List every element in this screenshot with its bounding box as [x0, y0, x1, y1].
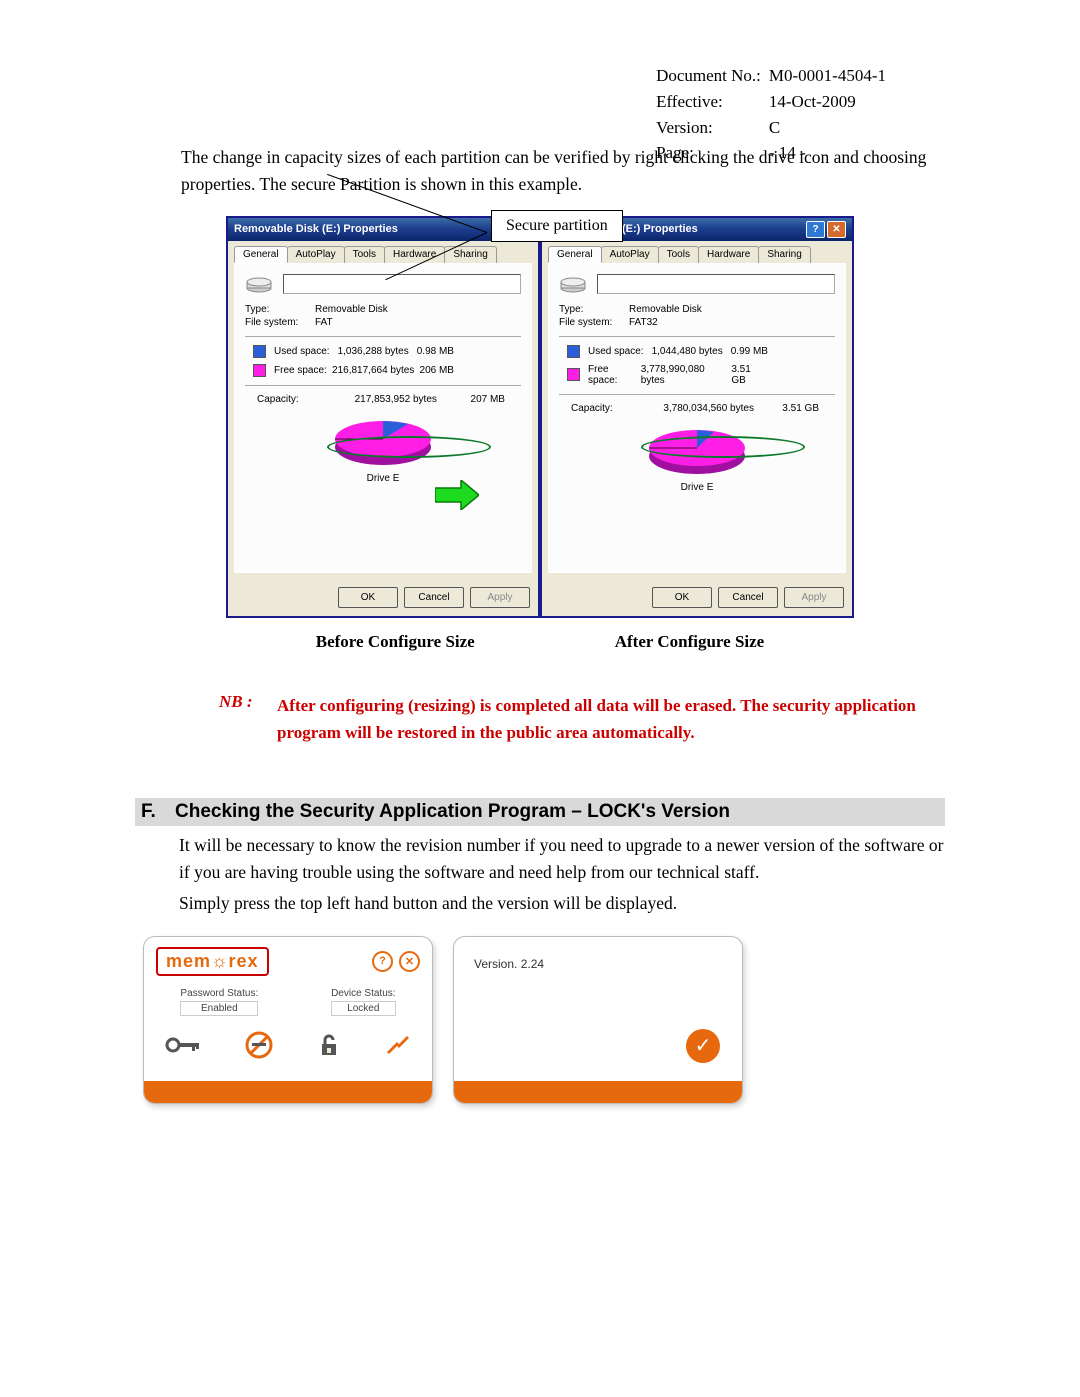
drive-label: Drive E [245, 473, 521, 484]
tab-strip: General AutoPlay Tools Hardware Sharing [228, 241, 538, 263]
section-paragraph-2: Simply press the top left hand button an… [179, 890, 945, 917]
ok-button[interactable]: OK [338, 587, 398, 608]
tab-tools[interactable]: Tools [344, 246, 385, 263]
used-human: 0.98 MB [417, 346, 454, 357]
pie-chart [328, 411, 438, 471]
nb-text: After configuring (resizing) is complete… [277, 692, 945, 746]
tab-general[interactable]: General [548, 246, 602, 263]
tools-icon[interactable] [385, 1032, 411, 1058]
filesystem-value: FAT [315, 317, 333, 328]
tab-autoplay[interactable]: AutoPlay [287, 246, 345, 263]
free-bytes: 3,778,990,080 bytes [641, 364, 732, 386]
device-status-label: Device Status: [331, 988, 395, 999]
free-human: 206 MB [420, 365, 454, 376]
free-bytes: 216,817,664 bytes [332, 365, 414, 376]
disk-icon [245, 274, 273, 294]
memorex-logo[interactable]: mem☼rex [156, 947, 269, 976]
help-icon[interactable]: ? [372, 951, 393, 972]
cancel-button[interactable]: Cancel [718, 587, 778, 608]
ok-check-icon[interactable]: ✓ [686, 1029, 720, 1063]
section-heading: F. Checking the Security Application Pro… [135, 798, 945, 826]
used-bytes: 1,036,288 bytes [338, 346, 409, 357]
cancel-button[interactable]: Cancel [404, 587, 464, 608]
caption-after: After Configure Size [615, 632, 765, 652]
volume-name-input[interactable] [283, 274, 521, 294]
tab-hardware[interactable]: Hardware [698, 246, 759, 263]
close-icon[interactable]: ✕ [399, 951, 420, 972]
free-human: 3.51 GB [731, 364, 768, 386]
volume-name-input[interactable] [597, 274, 835, 294]
tab-general[interactable]: General [234, 246, 288, 263]
properties-windows-row: Secure partition Removable Disk (E:) Pro… [135, 216, 945, 618]
used-bytes: 1,044,480 bytes [652, 346, 723, 357]
lock-app-card-version: Version. 2.24 ✓ [453, 936, 743, 1104]
password-status-label: Password Status: [180, 988, 258, 999]
no-key-icon[interactable] [244, 1030, 274, 1060]
tab-autoplay[interactable]: AutoPlay [601, 246, 659, 263]
green-arrow-icon [435, 480, 479, 510]
key-icon[interactable] [165, 1034, 201, 1056]
caption-before: Before Configure Size [316, 632, 475, 652]
unlock-icon[interactable] [316, 1032, 342, 1058]
filesystem-value: FAT32 [629, 317, 658, 328]
type-value: Removable Disk [629, 304, 702, 315]
device-status-value: Locked [331, 1001, 395, 1016]
lock-app-card-main: mem☼rex ? ✕ Password Status: Enabled Devi… [143, 936, 433, 1104]
ok-button[interactable]: OK [652, 587, 712, 608]
apply-button: Apply [784, 587, 844, 608]
properties-window-before: Removable Disk (E:) Properties General A… [226, 216, 540, 618]
nb-label: NB : [219, 692, 277, 746]
help-icon[interactable]: ? [806, 221, 825, 238]
disk-icon [559, 274, 587, 294]
capacity-human: 207 MB [471, 394, 505, 405]
tab-tools[interactable]: Tools [658, 246, 699, 263]
pie-chart [642, 420, 752, 480]
capacity-bytes: 3,780,034,560 bytes [663, 403, 754, 414]
section-paragraph-1: It will be necessary to know the revisio… [179, 832, 945, 886]
drive-label: Drive E [559, 482, 835, 493]
version-text: Version. 2.24 [454, 937, 742, 991]
apply-button: Apply [470, 587, 530, 608]
tab-sharing[interactable]: Sharing [758, 246, 810, 263]
capacity-human: 3.51 GB [782, 403, 819, 414]
properties-window-after: movable Disk (E:) Properties ? ✕ General… [540, 216, 854, 618]
callout-label: Secure partition [491, 210, 623, 242]
type-value: Removable Disk [315, 304, 388, 315]
doc-header: Document No.:M0-0001-4504-1 Effective:14… [654, 62, 894, 167]
used-human: 0.99 MB [731, 346, 768, 357]
capacity-bytes: 217,853,952 bytes [355, 394, 437, 405]
password-status-value: Enabled [180, 1001, 258, 1016]
close-icon[interactable]: ✕ [827, 221, 846, 238]
window-title: Removable Disk (E:) Properties [234, 223, 398, 235]
